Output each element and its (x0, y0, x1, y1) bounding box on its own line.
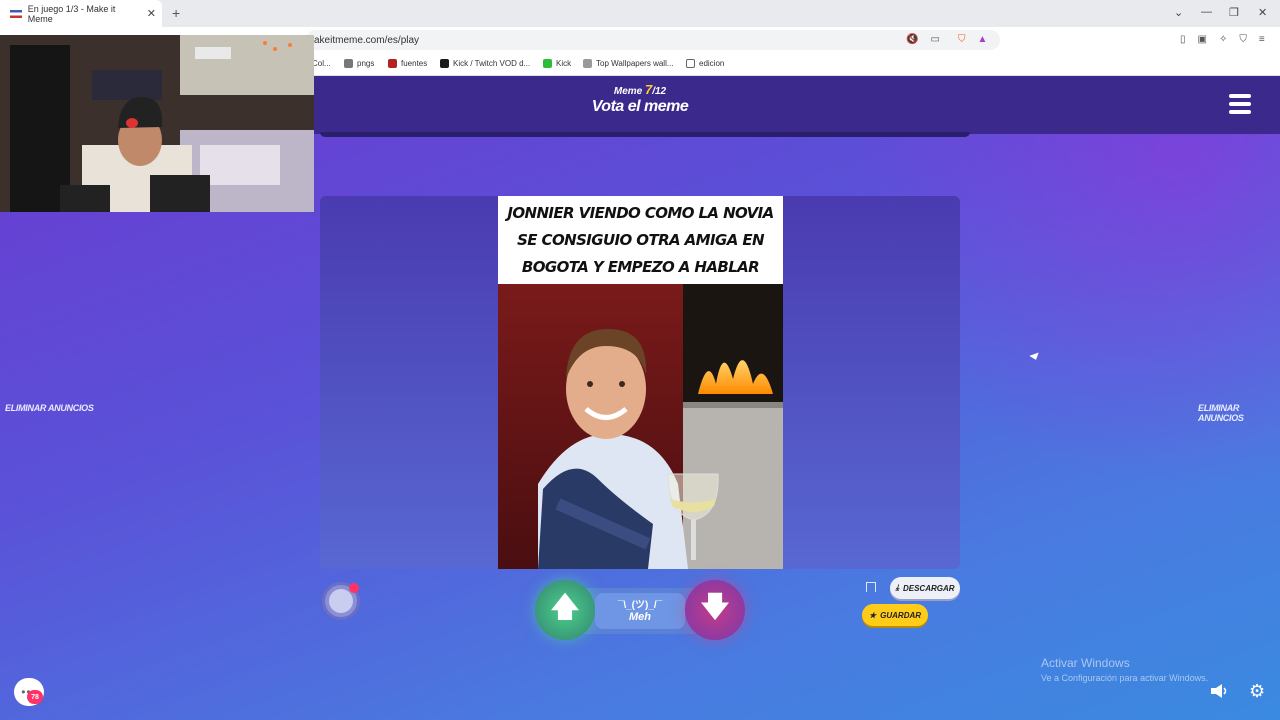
new-tab-button[interactable]: + (172, 5, 180, 21)
remove-ads-link-right[interactable]: Eliminar anuncios (1198, 403, 1280, 423)
remove-ads-link-left[interactable]: Eliminar anuncios (5, 403, 94, 413)
bookmark-item[interactable]: Top Wallpapers wall... (583, 59, 674, 68)
bookmark-font-icon (388, 59, 397, 68)
bookmark-kick-icon (543, 59, 552, 68)
bookmark-label: Kick (556, 59, 572, 68)
round-prefix: Meme (613, 86, 645, 97)
chat-count-badge: 78 (27, 690, 43, 704)
bookmark-label: Top Wallpapers wall... (596, 59, 674, 68)
tab-favicon-icon (10, 9, 22, 18)
vote-bar: 🡅 ¯\_(ツ)_/¯ Meh 🡇 (533, 580, 747, 642)
meme-image: Jonnier viendo como la novia se consigui… (498, 196, 783, 569)
download-label: DESCARGAR (902, 583, 955, 593)
bookmark-item[interactable]: edicion (686, 59, 724, 68)
meh-button[interactable]: ¯\_(ツ)_/¯ Meh (595, 593, 685, 629)
download-button[interactable]: ⤓ DESCARGAR (890, 577, 960, 599)
bookmark-item[interactable]: Kick / Twitch VOD d... (440, 59, 530, 68)
mute-site-icon[interactable]: 🔇 (906, 34, 918, 45)
player-avatar[interactable] (322, 582, 360, 620)
wallet-icon[interactable]: ▣ (1198, 34, 1207, 45)
bookmark-label: edicion (699, 59, 725, 68)
page-title: Vota el meme (591, 98, 689, 115)
bookmark-label: Kick / Twitch VOD d... (453, 59, 531, 68)
browser-toolbar-icons: ▯ ▣ ✧ ⛉ ≡ (1180, 34, 1265, 45)
bookmark-label: fuentes (401, 59, 428, 68)
round-counter: Meme 7/12 (540, 82, 740, 97)
bookmark-item[interactable]: fuentes (388, 59, 427, 68)
bookmark-d-icon (440, 59, 449, 68)
browser-tab-bar: En juego 1/3 - Make it Meme ✕ + ⌄ — ❐ ✕ (0, 0, 1280, 27)
bookmark-label: pngs (357, 59, 375, 68)
bookmark-item[interactable]: pngs (344, 59, 374, 68)
save-button[interactable]: ★ GUARDAR (862, 604, 928, 626)
address-url: akeitmeme.com/es/play (314, 34, 420, 46)
tab-close-icon[interactable]: ✕ (147, 7, 156, 20)
bookmark-label: Col... (312, 59, 331, 68)
address-input[interactable]: akeitmeme.com/es/play (306, 30, 1000, 50)
meme-photo (498, 284, 783, 569)
settings-gear-icon[interactable]: ⚙ (1249, 681, 1265, 702)
upvote-button[interactable]: 🡅 (535, 580, 595, 640)
bookmark-item[interactable]: Kick (543, 59, 571, 68)
arrow-down-icon: 🡇 (700, 591, 730, 622)
brave-shield-icon[interactable]: ⛉ (958, 34, 966, 45)
sidebar-icon[interactable]: ▯ (1180, 34, 1186, 45)
extension-icons: ⛉ ▲ (958, 34, 987, 45)
sound-toggle-icon[interactable] (1210, 684, 1230, 698)
minimize-icon[interactable]: — (1201, 6, 1212, 18)
vpn-icon[interactable]: ⛉ (1239, 34, 1247, 45)
star-icon: ★ (868, 610, 877, 620)
meh-label: Meh (629, 611, 651, 623)
bookmark-item[interactable]: Col... (312, 59, 331, 68)
mouse-cursor-icon (1029, 352, 1041, 362)
cast-icon[interactable]: ▭ (930, 34, 939, 45)
folder-icon (686, 59, 695, 68)
activation-subtitle: Ve a Configuración para activar Windows. (1041, 673, 1209, 683)
shrug-icon: ¯\_(ツ)_/¯ (617, 600, 663, 611)
windows-activation-watermark: Activar Windows Ve a Configuración para … (1041, 656, 1208, 683)
hamburger-menu-icon[interactable] (1229, 94, 1251, 114)
bookmark-pin-icon (344, 59, 353, 68)
download-icon: ⤓ (895, 583, 899, 592)
save-label: GUARDAR (880, 610, 922, 620)
header-progress-line (320, 132, 970, 137)
address-actions: 🔇 ▭ (906, 34, 940, 45)
meme-caption: Jonnier viendo como la novia se consigui… (507, 204, 774, 303)
streamer-webcam-overlay (0, 35, 314, 212)
vote-controls: 🡅 ¯\_(ツ)_/¯ Meh 🡇 ⤓ DESCARGAR ★ GUARDAR (0, 576, 1280, 656)
avatar-heart-icon (349, 583, 359, 593)
report-flag-icon[interactable] (866, 582, 876, 592)
meme-card: Jonnier viendo como la novia se consigui… (320, 196, 960, 569)
restore-icon[interactable]: ❐ (1229, 6, 1239, 19)
rewards-triangle-icon[interactable]: ▲ (978, 34, 988, 45)
browser-tab[interactable]: En juego 1/3 - Make it Meme ✕ (0, 0, 162, 27)
round-total: /12 (652, 86, 667, 97)
window-close-icon[interactable]: ✕ (1258, 6, 1267, 19)
bookmark-wallpaper-icon (583, 59, 592, 68)
arrow-up-icon: 🡅 (550, 591, 580, 622)
tab-list-chevron-icon[interactable]: ⌄ (1174, 6, 1183, 19)
tab-title: En juego 1/3 - Make it Meme (27, 3, 116, 24)
browser-menu-icon[interactable]: ≡ (1259, 34, 1265, 45)
leo-ai-icon[interactable]: ✧ (1219, 34, 1227, 45)
activation-title: Activar Windows (1041, 656, 1130, 670)
downvote-button[interactable]: 🡇 (685, 580, 745, 640)
avatar-face-icon (329, 589, 353, 613)
